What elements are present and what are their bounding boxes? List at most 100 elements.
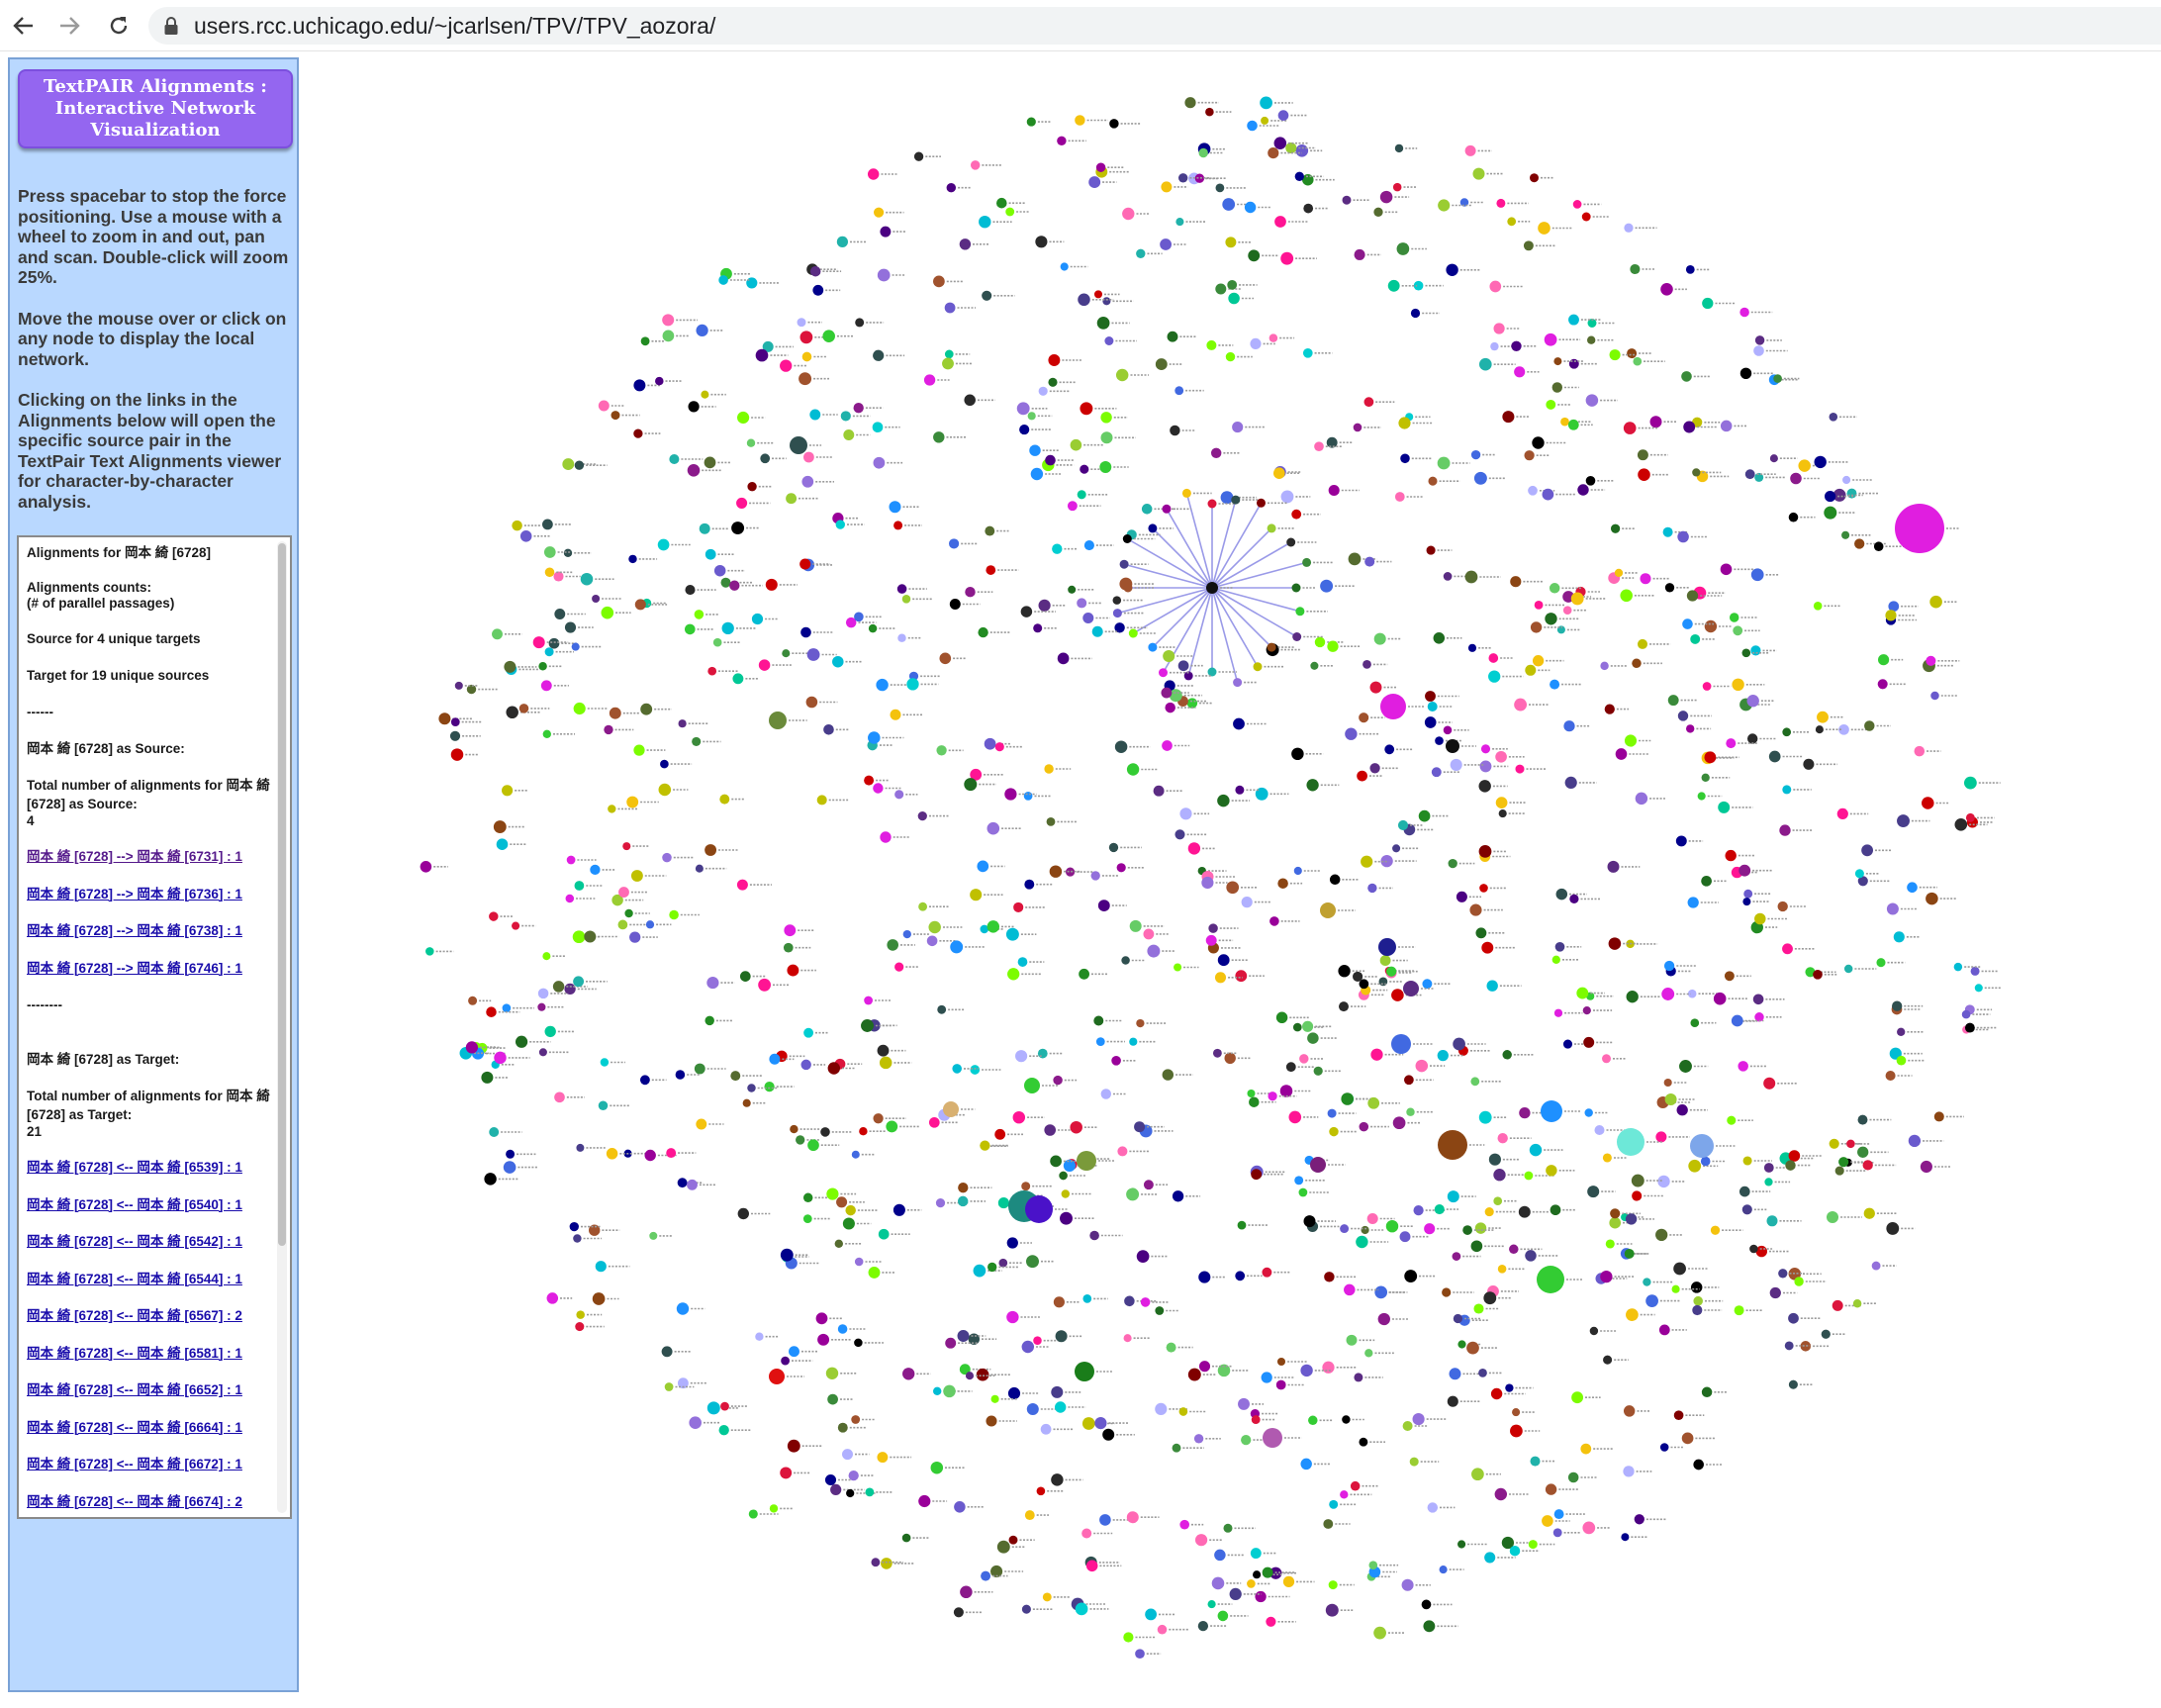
network-node[interactable] xyxy=(1070,438,1082,451)
network-node[interactable] xyxy=(822,330,835,342)
network-node[interactable] xyxy=(1187,1368,1201,1381)
network-node[interactable] xyxy=(492,628,503,640)
network-node[interactable] xyxy=(1743,889,1753,899)
network-node[interactable] xyxy=(830,1483,842,1495)
network-node[interactable] xyxy=(1577,484,1589,496)
network-node[interactable] xyxy=(544,647,554,657)
network-node[interactable] xyxy=(949,538,960,549)
network-node[interactable] xyxy=(944,349,954,359)
network-node[interactable] xyxy=(1205,934,1217,946)
network-node[interactable] xyxy=(1621,1533,1630,1542)
network-node[interactable] xyxy=(1778,1269,1788,1279)
network-node[interactable] xyxy=(1123,1334,1132,1343)
network-node[interactable] xyxy=(1082,1294,1092,1303)
network-node[interactable] xyxy=(1409,1457,1419,1467)
network-node[interactable] xyxy=(1029,444,1041,456)
network-node[interactable] xyxy=(1325,1603,1339,1617)
network-node[interactable] xyxy=(1497,1264,1507,1274)
network-node[interactable] xyxy=(450,748,464,761)
network-node[interactable] xyxy=(1019,425,1030,435)
network-node[interactable] xyxy=(1514,366,1526,378)
network-node[interactable] xyxy=(1306,779,1319,792)
network-node[interactable] xyxy=(1364,556,1375,567)
network-node[interactable] xyxy=(1397,819,1409,830)
network-node[interactable] xyxy=(1864,720,1875,731)
network-node[interactable] xyxy=(489,911,499,921)
network-node[interactable] xyxy=(802,1192,813,1203)
network-node[interactable] xyxy=(1241,1434,1252,1446)
network-node[interactable] xyxy=(1550,1204,1561,1216)
network-node[interactable] xyxy=(1020,606,1033,617)
network-node[interactable] xyxy=(573,1234,582,1243)
network-node[interactable] xyxy=(985,525,995,536)
network-node[interactable] xyxy=(1768,750,1781,763)
network-node[interactable] xyxy=(1464,144,1476,156)
network-node[interactable] xyxy=(1179,1519,1190,1530)
network-node[interactable] xyxy=(731,522,745,535)
network-node[interactable] xyxy=(1704,619,1718,633)
network-node[interactable] xyxy=(960,1585,973,1599)
network-node[interactable] xyxy=(1214,972,1227,984)
network-node[interactable] xyxy=(1439,1566,1448,1574)
network-node[interactable] xyxy=(1688,1159,1702,1173)
network-node[interactable] xyxy=(861,1019,874,1032)
network-node[interactable] xyxy=(979,215,991,229)
network-node[interactable] xyxy=(1081,1528,1092,1539)
network-node[interactable] xyxy=(815,1312,828,1325)
network-node[interactable] xyxy=(1035,236,1048,248)
network-node[interactable] xyxy=(952,1064,963,1074)
network-node[interactable] xyxy=(1141,504,1153,515)
network-node[interactable] xyxy=(964,778,978,792)
network-node[interactable] xyxy=(1193,1434,1204,1444)
network-node[interactable] xyxy=(1489,280,1502,293)
network-node[interactable] xyxy=(928,920,941,934)
network-node[interactable] xyxy=(1293,866,1302,876)
network-node[interactable] xyxy=(1017,957,1028,967)
network-node[interactable] xyxy=(1788,512,1799,522)
network-node[interactable] xyxy=(1667,695,1679,707)
network-node[interactable] xyxy=(1088,176,1101,189)
network-node[interactable] xyxy=(1834,1166,1844,1176)
network-node[interactable] xyxy=(1836,807,1848,819)
network-node[interactable] xyxy=(554,1091,565,1103)
network-node[interactable] xyxy=(1817,711,1829,723)
network-node[interactable] xyxy=(959,238,972,250)
network-node[interactable] xyxy=(1490,341,1499,351)
network-node[interactable] xyxy=(1659,1443,1669,1452)
network-node[interactable] xyxy=(1179,807,1192,820)
network-node[interactable] xyxy=(660,759,669,769)
network-node[interactable] xyxy=(1631,1174,1644,1187)
network-node[interactable] xyxy=(1285,1062,1296,1073)
network-node[interactable] xyxy=(936,745,947,756)
network-node[interactable] xyxy=(1077,598,1087,609)
network-node[interactable] xyxy=(1129,1037,1138,1046)
network-node[interactable] xyxy=(742,1098,751,1107)
network-node[interactable] xyxy=(1661,988,1675,1000)
source-alignment-link[interactable]: 岡本 綺 [6728] --> 岡本 綺 [6738] : 1 xyxy=(27,921,272,940)
target-alignment-link[interactable]: 岡本 綺 [6728] <-- 岡本 綺 [6540] : 1 xyxy=(27,1195,272,1214)
network-node[interactable] xyxy=(1030,467,1044,481)
network-node[interactable] xyxy=(1446,263,1458,276)
network-node[interactable] xyxy=(1096,317,1110,330)
network-node[interactable] xyxy=(1369,681,1382,694)
network-node[interactable] xyxy=(595,1261,607,1273)
network-node[interactable] xyxy=(544,567,555,578)
source-alignment-link[interactable]: 岡本 綺 [6728] --> 岡本 綺 [6736] : 1 xyxy=(27,885,272,903)
network-node[interactable] xyxy=(855,318,865,328)
network-node[interactable] xyxy=(1045,454,1056,466)
network-node[interactable] xyxy=(878,1228,890,1240)
linked-node[interactable] xyxy=(1112,609,1122,618)
network-node[interactable] xyxy=(1021,1340,1035,1354)
network-node[interactable] xyxy=(729,580,740,591)
network-node[interactable] xyxy=(937,1004,947,1014)
network-node[interactable] xyxy=(1472,167,1485,180)
network-node[interactable] xyxy=(880,226,892,237)
network-node[interactable] xyxy=(1664,1093,1677,1105)
network-node[interactable] xyxy=(879,1056,893,1070)
network-node[interactable] xyxy=(1490,1387,1503,1400)
network-node[interactable] xyxy=(748,1509,758,1519)
network-node[interactable] xyxy=(1223,1523,1233,1533)
network-node[interactable] xyxy=(970,889,983,901)
network-node[interactable] xyxy=(1211,1576,1225,1590)
network-node[interactable] xyxy=(1143,1180,1154,1190)
